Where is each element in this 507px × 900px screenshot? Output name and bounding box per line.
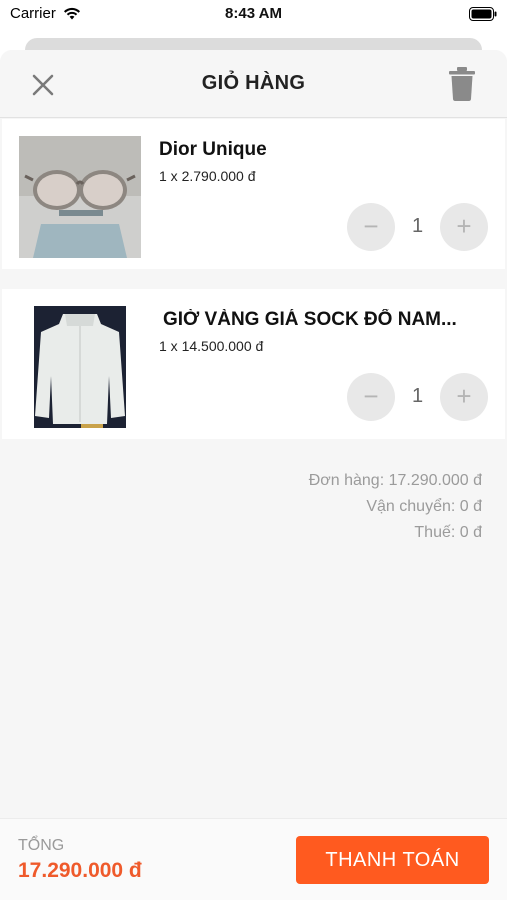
item-price: 1 x 2.790.000 đ	[159, 168, 256, 184]
tax-amount: Thuế: 0 đ	[414, 524, 482, 541]
item-price: 1 x 14.500.000 đ	[159, 338, 264, 354]
decrease-quantity-button[interactable]: −	[347, 373, 395, 421]
increase-quantity-button[interactable]: +	[440, 373, 488, 421]
order-summary: Đơn hàng: 17.290.000 đ Vận chuyển: 0 đ T…	[309, 468, 482, 546]
increase-quantity-button[interactable]: +	[440, 203, 488, 251]
page-title: GIỎ HÀNG	[201, 72, 306, 94]
decrease-quantity-button[interactable]: −	[347, 203, 395, 251]
cart-item: GIỜ VÀNG GIÁ SOCK ĐỔ NAM... 1 x 14.500.0…	[2, 289, 505, 439]
product-image-sunglasses	[19, 136, 141, 258]
quantity-value: 1	[411, 215, 424, 237]
quantity-value: 1	[411, 385, 424, 407]
status-time: 8:43 AM	[225, 5, 282, 22]
item-name[interactable]: Dior Unique	[159, 139, 267, 161]
item-name[interactable]: GIỜ VÀNG GIÁ SOCK ĐỔ NAM...	[163, 309, 457, 331]
cart-item: Dior Unique 1 x 2.790.000 đ − 1 +	[2, 119, 505, 269]
checkout-footer: TỔNG 17.290.000 đ THANH TOÁN	[0, 818, 507, 900]
trash-icon[interactable]	[447, 66, 477, 102]
cart-header: GIỎ HÀNG	[0, 50, 507, 118]
battery-icon	[469, 7, 497, 21]
checkout-button[interactable]: THANH TOÁN	[296, 836, 489, 884]
product-image-jacket	[19, 306, 141, 428]
total-label: TỔNG	[18, 837, 65, 854]
cart-sheet: GIỎ HÀNG Dior Unique 1 x 2.790.000 đ − 1…	[0, 50, 507, 900]
total-value: 17.290.000 đ	[18, 859, 142, 882]
shipping-cost: Vận chuyển: 0 đ	[366, 498, 482, 515]
status-bar: Carrier 8:43 AM	[0, 0, 507, 30]
order-subtotal: Đơn hàng: 17.290.000 đ	[308, 472, 482, 489]
close-icon[interactable]	[26, 68, 60, 102]
